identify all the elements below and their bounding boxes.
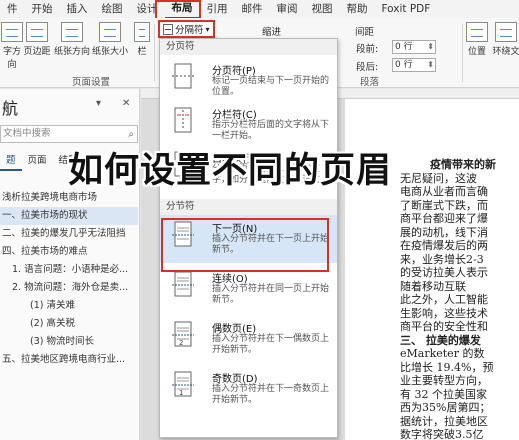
svg-text:1: 1 — [179, 389, 183, 397]
spacing-before-input[interactable]: 0 行 — [392, 40, 436, 54]
margins-icon — [26, 22, 48, 42]
column-break-icon — [174, 107, 192, 133]
tab-11[interactable]: Foxit PDF — [375, 0, 438, 18]
spacing-label: 间距 — [355, 27, 375, 38]
page-break-icon — [172, 63, 194, 89]
columns-icon — [134, 22, 150, 42]
position-button[interactable]: 位置 — [466, 22, 488, 57]
position-label: 位置 — [467, 47, 486, 57]
nav-title: 航 — [2, 99, 19, 118]
spacing-after-label: 段后: — [356, 62, 379, 73]
indent-label: 缩进 — [262, 27, 282, 38]
layout-tab-highlight — [155, 0, 201, 20]
search-icon[interactable]: ⌕ — [128, 127, 134, 143]
margins-button[interactable]: 页边距 — [22, 22, 52, 57]
even-page-item[interactable]: 2 偶数页(E) 插入分节符并在下一偶数页上开始新节。 — [160, 315, 337, 359]
nav-search-placeholder: 文档中搜索 — [3, 128, 51, 139]
nav-search-input[interactable]: 文档中搜索 ⌕ — [0, 125, 138, 143]
menu-item-title: 分栏符(C) — [212, 110, 257, 121]
page-break-item[interactable]: 分页符(P) 标记一页结束与下一页开始的位置。 — [160, 57, 337, 101]
menu-item-title: 奇数页(D) — [212, 374, 258, 385]
menu-item-description: 插入分节符并在下一偶数页上开始新节。 — [212, 334, 330, 355]
menu-item-description: 插入分节符并在下一奇数页上开始新节。 — [212, 384, 330, 405]
menu-item-title: 分页符(P) — [212, 66, 256, 77]
size-icon — [99, 22, 121, 42]
document-text-line: 数字将突破3.5亿 — [400, 428, 484, 440]
word-window: 件开始 插入 绘图 设计 布局 引用 邮件 审阅 视图 帮助 Foxit PDF 字方向 页边距 纸… — [0, 0, 519, 440]
tab-9[interactable]: 视图 — [305, 0, 340, 18]
nav-heading-item[interactable]: 五、拉美地区跨境电商行业... — [0, 351, 138, 369]
margins-label: 页边距 — [23, 47, 51, 57]
orientation-icon — [61, 22, 83, 42]
spacing-after-input[interactable]: 0 行 — [392, 58, 436, 72]
nav-heading-item[interactable]: (1) 清关难 — [0, 297, 138, 315]
odd-page-item[interactable]: 1 奇数页(D) 插入分节符并在下一奇数页上开始新节。 — [160, 365, 337, 409]
menu-item-title: 偶数页(E) — [212, 324, 257, 335]
text-direction-label: 字方向 — [2, 47, 21, 70]
size-label: 纸张大小 — [92, 47, 129, 57]
section-breaks-section-header: 分节符 — [160, 199, 337, 215]
column-break-item[interactable]: 分栏符(C) 指示分栏符后面的文字将从下一栏开始。 — [160, 101, 337, 145]
tab-10[interactable]: 帮助 — [340, 0, 375, 18]
close-icon[interactable]: ✕ — [122, 98, 130, 109]
menu-item-title: 连续(O) — [212, 274, 248, 285]
continuous-icon — [172, 271, 194, 297]
wrap-text-button[interactable]: 环绕文 — [492, 22, 519, 57]
nav-heading-item[interactable]: (3) 物流时间长 — [0, 333, 138, 351]
page-breaks-section-header: 分页符 — [160, 39, 337, 55]
paragraph-group-label: 段落 — [360, 77, 380, 88]
tab-1[interactable]: 开始 — [25, 0, 60, 18]
nav-heading-item[interactable]: 四、拉美市场的难点 — [0, 243, 138, 261]
nav-heading-item[interactable]: 1. 语言问题：小语种是必... — [0, 261, 138, 279]
size-button[interactable]: 纸张大小 — [92, 22, 128, 57]
page-setup-group-label: 页面设置 — [72, 77, 111, 88]
tab-0[interactable]: 件 — [0, 0, 25, 18]
nav-headings-list: 浅析拉美跨境电商市场 一、拉美市场的现状 二、拉美的爆发几乎无法阻挡 四、拉美市场的难… — [0, 189, 138, 369]
menu-item-description: 插入分节符并在同一页上开始新节。 — [212, 284, 330, 305]
nav-tab-0[interactable]: 题 — [0, 153, 22, 171]
ribbon-separator-2 — [462, 24, 463, 82]
chevron-down-icon: ▾ — [205, 24, 210, 34]
tab-6[interactable]: 引用 — [200, 0, 235, 18]
odd-page-icon: 1 — [172, 371, 194, 397]
nav-tab-1[interactable]: 页面 — [22, 153, 53, 171]
wrap-text-icon — [495, 22, 517, 42]
nav-heading-item[interactable]: 二、拉美的爆发几乎无法阻挡 — [0, 225, 138, 243]
menu-item-description: 标记一页结束与下一页开始的位置。 — [212, 76, 330, 97]
nav-options-icon[interactable]: ▾ — [96, 98, 101, 109]
tab-8[interactable]: 审阅 — [270, 0, 305, 18]
ribbon-tabs: 件开始 插入 绘图 设计 布局 引用 邮件 审阅 视图 帮助 Foxit PDF — [0, 0, 519, 19]
breaks-label: 分隔符 — [175, 25, 204, 36]
text-direction-icon — [1, 22, 23, 42]
next-page-highlight — [161, 218, 329, 272]
columns-label: 栏 — [137, 47, 147, 57]
text-direction-button[interactable]: 字方向 — [0, 22, 24, 70]
overlay-title: 如何设置不同的页眉 — [68, 151, 393, 191]
svg-text:2: 2 — [179, 339, 183, 347]
wrap-text-label: 环绕文 — [492, 47, 519, 57]
nav-heading-item[interactable]: (2) 高关税 — [0, 315, 138, 333]
breaks-dropdown-button[interactable]: 分隔符 ▾ — [158, 20, 215, 38]
spacing-before-label: 段前: — [356, 44, 379, 55]
tab-2[interactable]: 插入 — [60, 0, 95, 18]
orientation-button[interactable]: 纸张方向 — [54, 22, 90, 57]
even-page-icon: 2 — [172, 321, 194, 347]
columns-button[interactable]: 栏 — [132, 22, 152, 57]
nav-heading-item[interactable]: 2. 物流问题：海外仓是卖... — [0, 279, 138, 297]
orientation-label: 纸张方向 — [54, 47, 91, 57]
breaks-icon — [163, 23, 173, 35]
ribbon-separator — [154, 24, 155, 82]
position-icon — [466, 22, 488, 42]
menu-item-description: 指示分栏符后面的文字将从下一栏开始。 — [212, 120, 330, 141]
tab-3[interactable]: 绘图 — [95, 0, 130, 18]
nav-heading-item[interactable]: 一、拉美市场的现状 — [0, 207, 138, 225]
tab-7[interactable]: 邮件 — [235, 0, 270, 18]
